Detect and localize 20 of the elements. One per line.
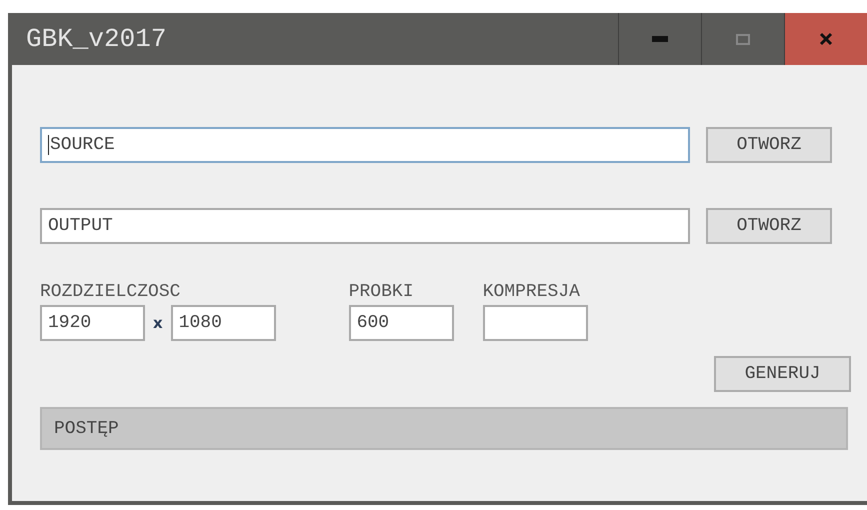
status-label: POSTĘP <box>53 418 119 438</box>
close-icon <box>819 32 833 46</box>
path-field[interactable]: SOURCE <box>40 127 690 163</box>
samples-field[interactable]: 600 <box>348 305 454 341</box>
times-sign: x <box>153 314 163 332</box>
path-field[interactable]: OUTPUT <box>40 208 690 244</box>
compression-field[interactable] <box>482 305 588 341</box>
compression-label: KOMPRESJA <box>482 282 581 302</box>
text-cursor <box>48 135 49 155</box>
open-button[interactable]: OTWORZ <box>706 127 832 163</box>
window-title: GBK_v2017 <box>25 24 166 54</box>
resolution-label: ROZDZIELCZOSC <box>40 282 182 302</box>
open-button[interactable]: OTWORZ <box>706 208 832 244</box>
close-button[interactable] <box>784 13 867 65</box>
samples-label: PROBKI <box>348 282 414 302</box>
maximize-icon <box>736 34 750 44</box>
height-field[interactable]: 1080 <box>170 305 276 341</box>
minimize-icon <box>652 36 668 42</box>
generate-button[interactable]: GENERUJ <box>714 356 851 392</box>
width-field[interactable]: 1920 <box>40 305 145 341</box>
